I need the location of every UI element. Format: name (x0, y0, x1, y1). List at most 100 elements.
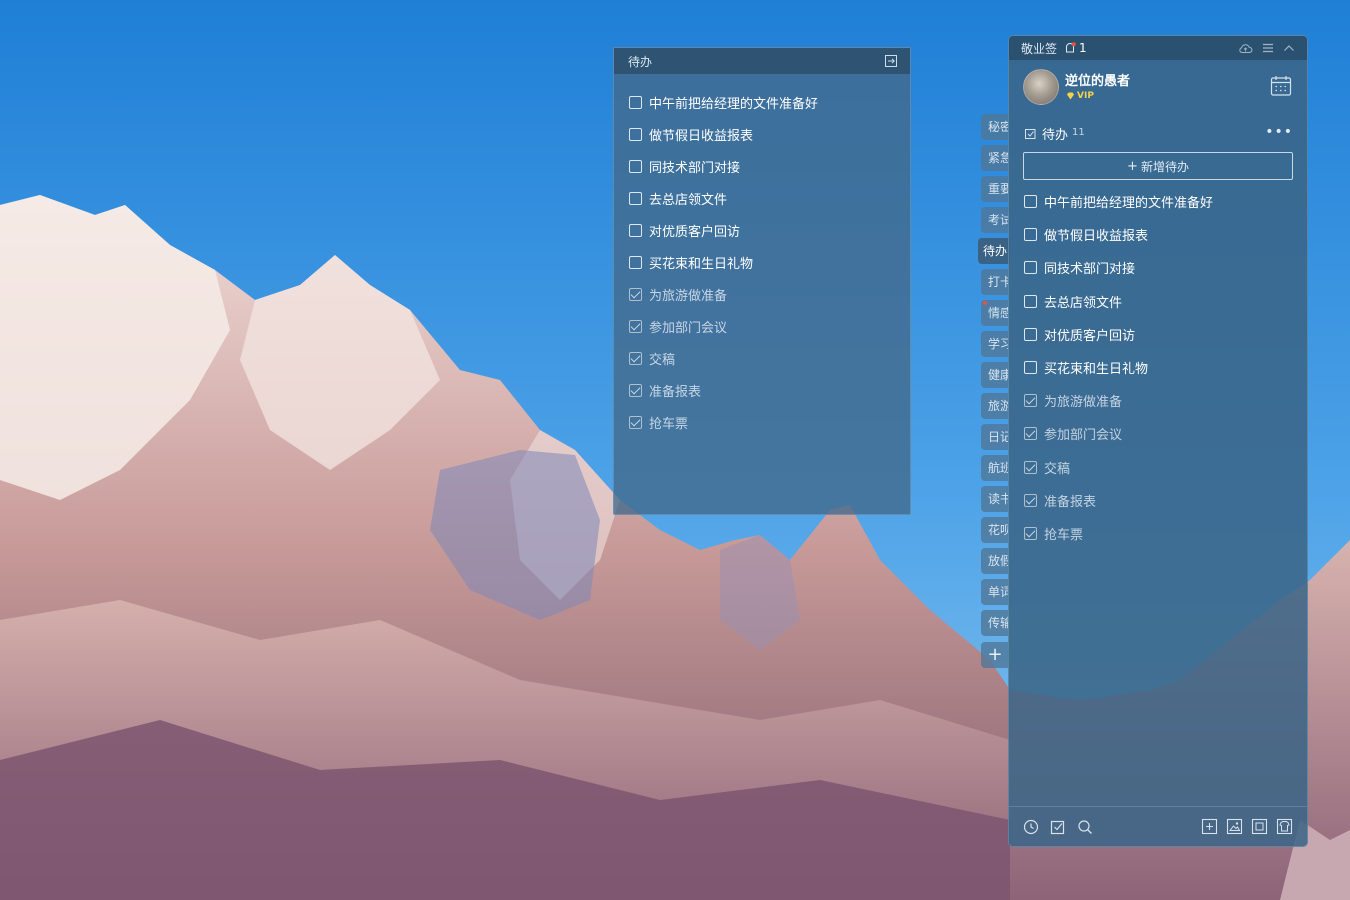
todo-label: 做节假日收益报表 (1044, 229, 1149, 245)
todo-checkbox-checked[interactable] (1024, 394, 1037, 408)
menu-icon[interactable] (1262, 43, 1274, 53)
avatar[interactable] (1023, 69, 1059, 105)
todo-checkbox-checked[interactable] (1024, 526, 1037, 540)
todo-checkbox-checked[interactable] (1024, 427, 1037, 441)
todo-checkbox[interactable] (1024, 294, 1037, 308)
note-todo-item-done[interactable]: 抢车票 (614, 406, 910, 438)
username[interactable]: 逆位的愚者 (1065, 70, 1130, 89)
tab-todo[interactable]: 待办 (978, 238, 1010, 264)
checkbox-icon[interactable] (1050, 819, 1066, 835)
window-controls (1238, 43, 1295, 54)
note-todo-item[interactable]: 对优质客户回访 (614, 214, 910, 246)
todo-checkbox-checked[interactable] (1024, 493, 1037, 507)
todo-checkbox[interactable] (629, 95, 642, 109)
tab-health[interactable]: 健康 (981, 362, 1009, 388)
todo-item[interactable]: 做节假日收益报表 (1009, 218, 1307, 251)
add-todo-button[interactable]: + 新增待办 (1023, 152, 1293, 180)
window-icon[interactable] (1251, 818, 1268, 835)
image-icon[interactable] (1226, 818, 1243, 835)
clock-icon[interactable] (1023, 819, 1039, 835)
diamond-icon (1067, 92, 1074, 100)
tab-checkin[interactable]: 打卡 (981, 269, 1009, 295)
todo-item[interactable]: 同技术部门对接 (1009, 251, 1307, 284)
tab-emotion[interactable]: 情感 (981, 300, 1009, 326)
exit-note-icon[interactable] (884, 54, 898, 68)
tab-label: 日记 (988, 430, 1009, 444)
todo-checkbox[interactable] (1024, 228, 1037, 242)
footer-left-tools (1023, 819, 1093, 835)
title-bar[interactable]: 敬业签 1 (1009, 36, 1307, 60)
note-todo-item[interactable]: 同技术部门对接 (614, 150, 910, 182)
todo-item-done[interactable]: 准备报表 (1009, 484, 1307, 517)
tab-huabei[interactable]: 花呗 (981, 517, 1009, 543)
todo-item-done[interactable]: 交稿 (1009, 451, 1307, 484)
search-icon[interactable] (1077, 819, 1093, 835)
todo-item-done[interactable]: 抢车票 (1009, 517, 1307, 550)
tab-reading[interactable]: 读书 (981, 486, 1009, 512)
todo-item-done[interactable]: 为旅游做准备 (1009, 384, 1307, 417)
section-title: 待办 (1042, 128, 1069, 143)
more-options-icon[interactable]: ••• (1265, 124, 1293, 140)
todo-label: 抢车票 (649, 416, 689, 432)
tab-important[interactable]: 重要 (981, 176, 1009, 202)
cloud-sync-icon[interactable] (1238, 43, 1253, 54)
user-profile: 逆位的愚者 VIP (1009, 60, 1307, 114)
note-todo-item-done[interactable]: 参加部门会议 (614, 310, 910, 342)
collapse-icon[interactable] (1283, 44, 1295, 52)
tab-transfer[interactable]: 传输 (981, 610, 1009, 636)
todo-checkbox-checked[interactable] (629, 319, 642, 333)
todo-checkbox-checked[interactable] (629, 351, 642, 365)
tab-label: 航班 (988, 461, 1009, 475)
tab-secret[interactable]: 秘密 (981, 114, 1009, 140)
unread-dot (983, 301, 987, 305)
tab-study[interactable]: 学习 (981, 331, 1009, 357)
todo-checkbox[interactable] (1024, 195, 1037, 209)
todo-checkbox-checked[interactable] (1024, 460, 1037, 474)
tab-label: 旅游 (988, 399, 1009, 413)
tab-flight[interactable]: 航班 (981, 455, 1009, 481)
todo-label: 同技术部门对接 (1044, 262, 1136, 278)
todo-label: 准备报表 (1044, 494, 1097, 510)
todo-checkbox[interactable] (629, 127, 642, 141)
add-note-icon[interactable] (1201, 818, 1218, 835)
floating-todo-note[interactable]: 待办 中午前把给经理的文件准备好 做节假日收益报表 同技术部门对接 去总店领文件… (613, 47, 911, 515)
note-todo-item-done[interactable]: 准备报表 (614, 374, 910, 406)
todo-checkbox-checked[interactable] (629, 287, 642, 301)
todo-checkbox[interactable] (629, 159, 642, 173)
shirt-icon[interactable] (1276, 818, 1293, 835)
note-todo-item-done[interactable]: 为旅游做准备 (614, 278, 910, 310)
todo-section-header: 待办 11 ••• (1009, 114, 1307, 152)
note-todo-item-done[interactable]: 交稿 (614, 342, 910, 374)
todo-checkbox-checked[interactable] (629, 383, 642, 397)
notification-icon[interactable] (1064, 42, 1076, 54)
tab-urgent[interactable]: 紧急 (981, 145, 1009, 171)
tab-travel[interactable]: 旅游 (981, 393, 1009, 419)
note-todo-item[interactable]: 买花束和生日礼物 (614, 246, 910, 278)
tab-exam[interactable]: 考试 (981, 207, 1009, 233)
todo-item[interactable]: 去总店领文件 (1009, 285, 1307, 318)
tab-holiday[interactable]: 放假 (981, 548, 1009, 574)
todo-checkbox[interactable] (629, 255, 642, 269)
todo-item[interactable]: 买花束和生日礼物 (1009, 351, 1307, 384)
tab-diary[interactable]: 日记 (981, 424, 1009, 450)
tab-words[interactable]: 单词 (981, 579, 1009, 605)
todo-checkbox[interactable] (1024, 361, 1037, 375)
tab-label: 紧急 (988, 151, 1009, 165)
todo-checkbox[interactable] (1024, 327, 1037, 341)
todo-item-done[interactable]: 参加部门会议 (1009, 417, 1307, 450)
todo-checkbox[interactable] (629, 223, 642, 237)
note-todo-item[interactable]: 做节假日收益报表 (614, 118, 910, 150)
todo-checkbox-checked[interactable] (629, 415, 642, 429)
add-category-button[interactable]: + (981, 642, 1009, 668)
note-todo-item[interactable]: 中午前把给经理的文件准备好 (614, 86, 910, 118)
note-header[interactable]: 待办 (614, 48, 910, 74)
todo-checkbox[interactable] (1024, 261, 1037, 275)
tab-label: 秘密 (988, 120, 1009, 134)
note-todo-item[interactable]: 去总店领文件 (614, 182, 910, 214)
tab-label: 情感 (988, 306, 1009, 320)
calendar-icon[interactable] (1269, 74, 1293, 98)
todo-checkbox[interactable] (629, 191, 642, 205)
todo-item[interactable]: 中午前把给经理的文件准备好 (1009, 185, 1307, 218)
todo-item[interactable]: 对优质客户回访 (1009, 318, 1307, 351)
todo-label: 做节假日收益报表 (649, 128, 754, 144)
